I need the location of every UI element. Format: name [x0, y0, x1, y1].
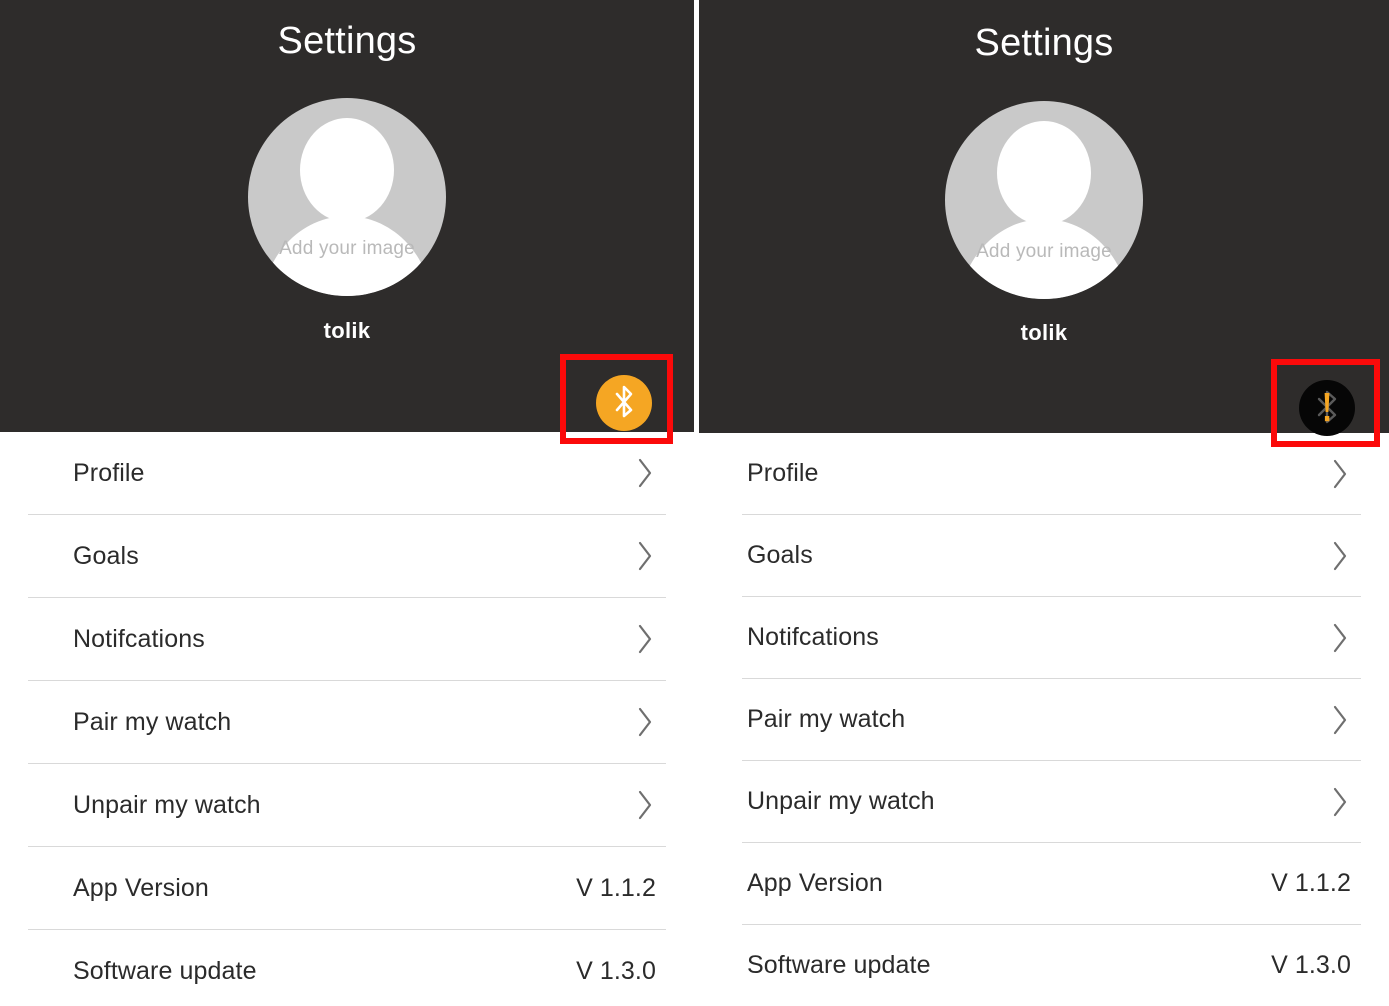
- avatar-container: Add your image: [0, 98, 694, 296]
- list-item-label: Software update: [747, 951, 931, 979]
- settings-list-right: Profile Goals Notifcations Pair my watch…: [699, 433, 1389, 1006]
- avatar[interactable]: Add your image: [945, 101, 1143, 299]
- list-item[interactable]: Profile: [699, 433, 1389, 514]
- list-item-label: Unpair my watch: [73, 790, 261, 819]
- list-item[interactable]: App Version V 1.1.2: [699, 843, 1389, 924]
- list-item-label: Goals: [747, 541, 813, 569]
- settings-list-left: Profile Goals Notifcations Pair my watch…: [0, 432, 694, 1006]
- chevron-right-icon: [638, 458, 652, 488]
- chevron-right-icon: [1333, 541, 1347, 570]
- chevron-right-icon: [1333, 705, 1347, 734]
- list-item[interactable]: Unpair my watch: [0, 764, 694, 846]
- avatar-container: Add your image: [699, 101, 1389, 299]
- list-item[interactable]: Goals: [0, 515, 694, 597]
- avatar[interactable]: Add your image: [248, 98, 446, 296]
- list-item-label: Unpair my watch: [747, 787, 935, 815]
- page-title: Settings: [974, 22, 1114, 64]
- list-item-label: Notifcations: [747, 623, 879, 651]
- list-item-label: Profile: [747, 459, 819, 487]
- list-item-value: V 1.1.2: [576, 873, 656, 902]
- comparison-screenshot: Settings Add your image tolik Profile Go…: [0, 0, 1389, 1006]
- list-item-value: V 1.1.2: [1271, 869, 1351, 897]
- page-title: Settings: [277, 20, 417, 62]
- list-item-label: Pair my watch: [73, 707, 232, 736]
- list-item-label: Software update: [73, 956, 257, 985]
- list-item-value: V 1.3.0: [1271, 951, 1351, 979]
- user-name: tolik: [323, 318, 371, 343]
- chevron-right-icon: [638, 624, 652, 654]
- list-item-label: Pair my watch: [747, 705, 906, 733]
- list-item[interactable]: Unpair my watch: [699, 761, 1389, 842]
- bluetooth-highlight-box: [560, 354, 673, 444]
- chevron-right-icon: [638, 707, 652, 737]
- list-item-value: V 1.3.0: [576, 956, 656, 985]
- list-item[interactable]: Pair my watch: [0, 681, 694, 763]
- list-item[interactable]: Profile: [0, 432, 694, 514]
- list-item-label: Profile: [73, 458, 145, 487]
- user-name: tolik: [1020, 320, 1068, 345]
- list-item-label: Notifcations: [73, 624, 205, 653]
- list-item[interactable]: Software update V 1.3.0: [0, 930, 694, 1006]
- avatar-head-icon: [997, 121, 1091, 225]
- list-item[interactable]: Pair my watch: [699, 679, 1389, 760]
- chevron-right-icon: [1333, 623, 1347, 652]
- chevron-right-icon: [638, 541, 652, 571]
- list-item[interactable]: App Version V 1.1.2: [0, 847, 694, 929]
- list-item-label: App Version: [747, 869, 883, 897]
- avatar-head-icon: [300, 118, 394, 222]
- chevron-right-icon: [1333, 459, 1347, 488]
- list-item[interactable]: Notifcations: [699, 597, 1389, 678]
- list-item-label: Goals: [73, 541, 139, 570]
- phone-panel-right: Settings Add your image tolik Profile Go…: [699, 0, 1389, 1006]
- avatar-caption: Add your image: [279, 238, 415, 259]
- list-item[interactable]: Software update V 1.3.0: [699, 925, 1389, 1006]
- list-item[interactable]: Notifcations: [0, 598, 694, 680]
- phone-panel-left: Settings Add your image tolik Profile Go…: [0, 0, 694, 1006]
- list-item[interactable]: Goals: [699, 515, 1389, 596]
- avatar-caption: Add your image: [976, 241, 1112, 262]
- chevron-right-icon: [638, 790, 652, 820]
- chevron-right-icon: [1333, 787, 1347, 816]
- list-item-label: App Version: [73, 873, 209, 902]
